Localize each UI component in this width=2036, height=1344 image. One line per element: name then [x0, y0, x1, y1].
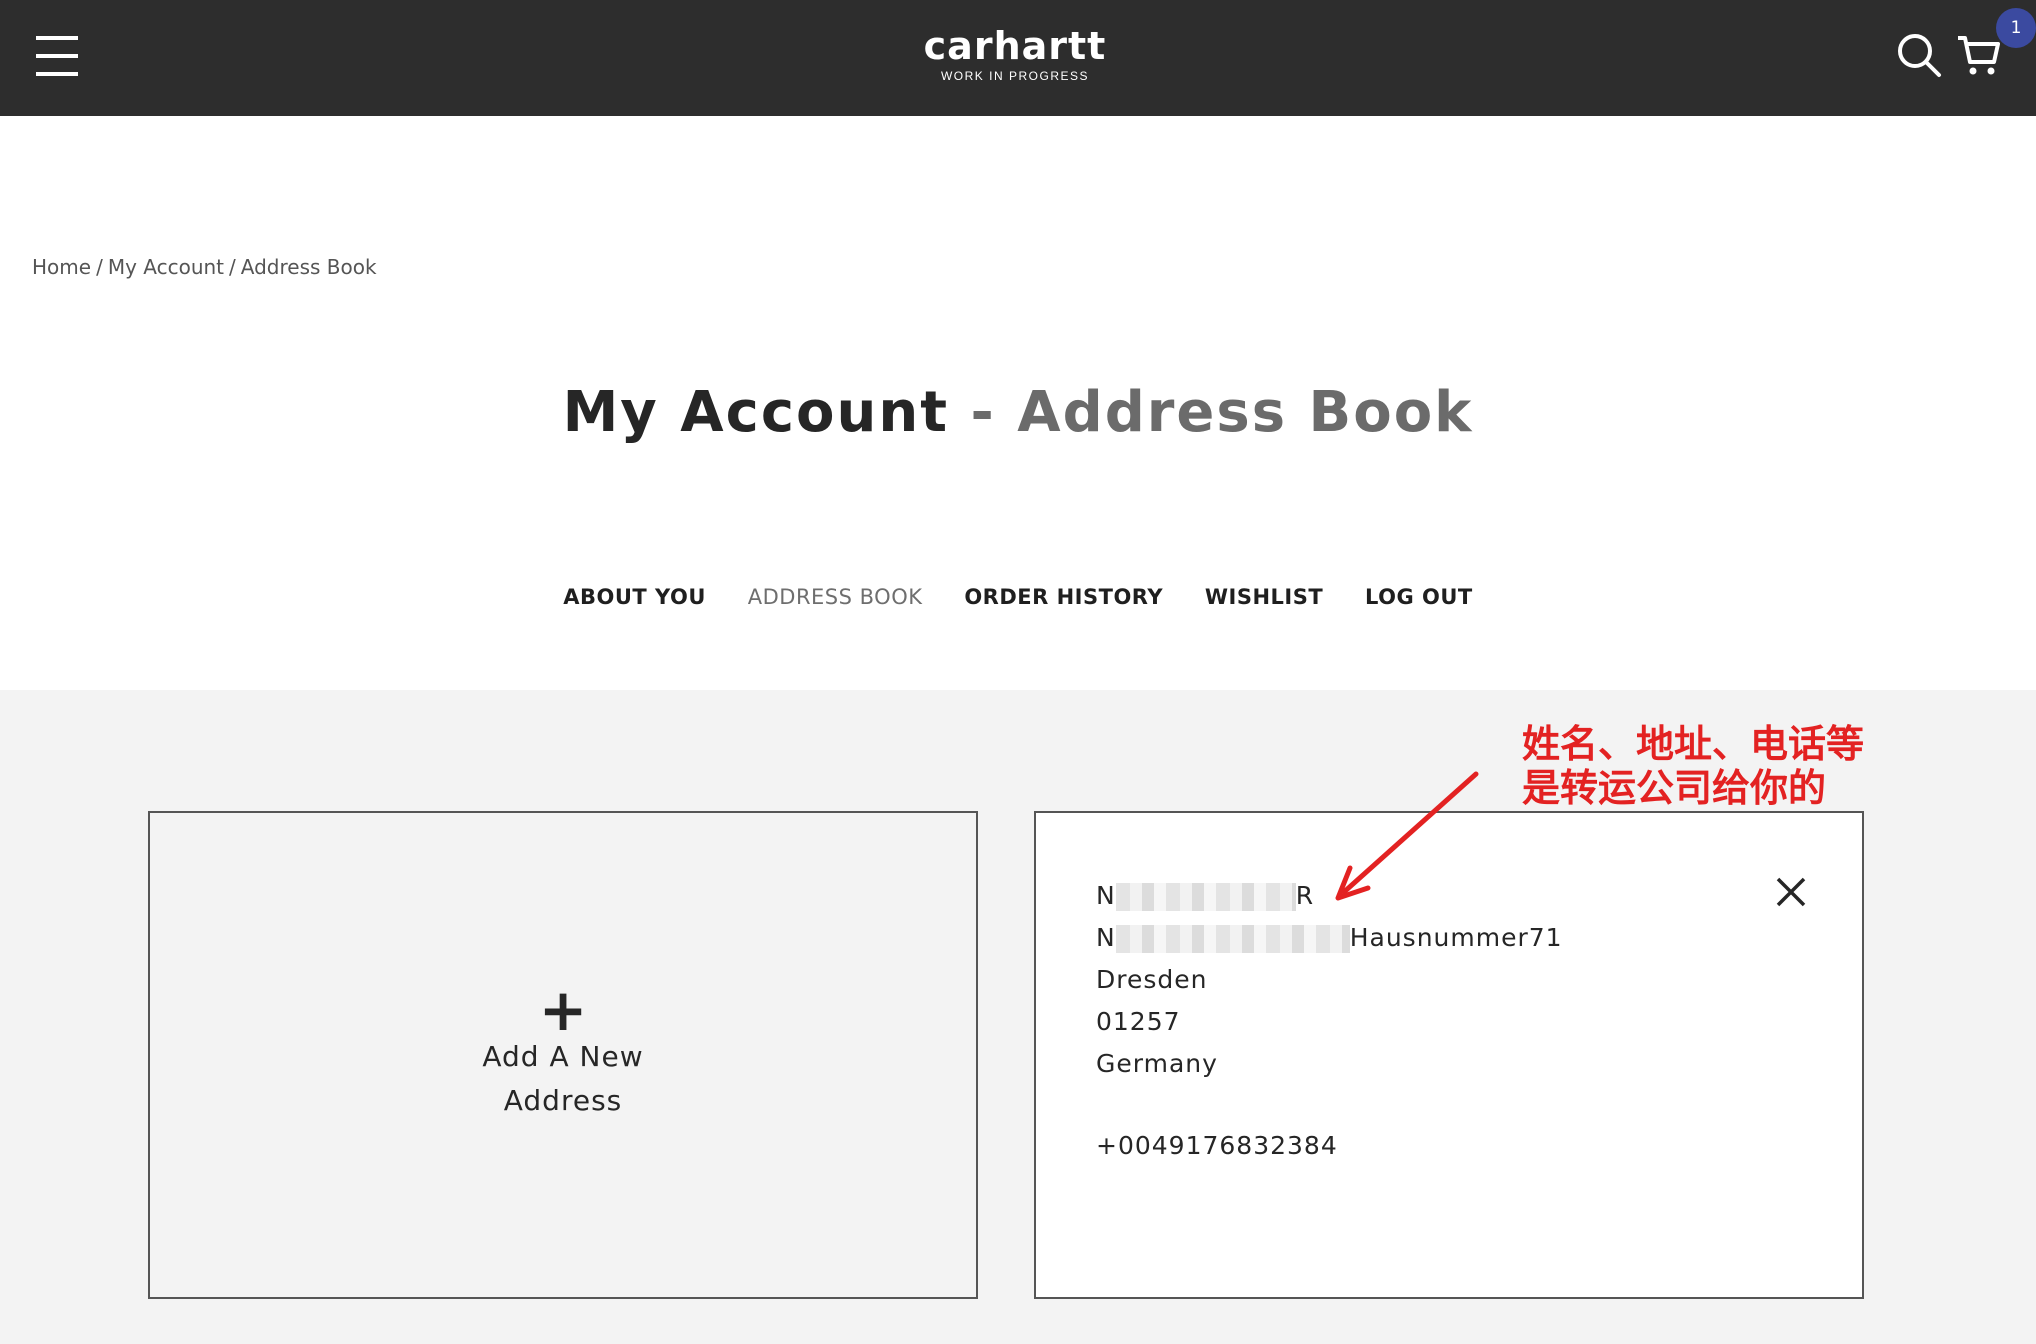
nav-wishlist[interactable]: WISHLIST [1205, 585, 1323, 609]
page-title-separator: - [970, 380, 996, 445]
add-new-address-label: Add A New Address [150, 1035, 976, 1123]
nav-address-book[interactable]: ADDRESS BOOK [748, 585, 923, 609]
cart-count-badge[interactable]: 1 [1996, 8, 2036, 48]
plus-icon: + [538, 976, 588, 1044]
add-new-address-card[interactable]: + Add A New Address [148, 811, 978, 1299]
page-title-main: My Account [562, 380, 950, 445]
close-icon[interactable] [1774, 875, 1808, 909]
breadcrumb-separator: / [96, 255, 103, 279]
annotation-line2: 是转运公司给你的 [1522, 766, 1827, 810]
breadcrumb-home[interactable]: Home [32, 255, 91, 279]
nav-order-history[interactable]: ORDER HISTORY [964, 585, 1163, 609]
hamburger-menu-icon[interactable] [36, 34, 78, 78]
redacted-street [1115, 925, 1350, 953]
carhartt-logo[interactable]: carhartt WORK IN PROGRESS [900, 24, 1130, 88]
annotation-arrow-icon [1335, 771, 1479, 901]
address-street-prefix: N [1096, 923, 1116, 952]
shopping-cart-icon[interactable] [1956, 32, 2002, 78]
address-phone: +0049176832384 [1096, 1131, 1338, 1160]
breadcrumb-my-account[interactable]: My Account [108, 255, 224, 279]
address-postcode: 01257 [1096, 1007, 1181, 1036]
logo-subtitle: WORK IN PROGRESS [940, 69, 1089, 83]
address-country: Germany [1096, 1049, 1218, 1078]
search-icon[interactable] [1896, 32, 1942, 78]
add-label-line2: Address [503, 1084, 623, 1117]
nav-log-out[interactable]: LOG OUT [1365, 585, 1473, 609]
top-navigation-bar: carhartt WORK IN PROGRESS 1 [0, 0, 2036, 116]
address-name-prefix: N [1096, 881, 1116, 910]
page-title: My Account - Address Book [0, 380, 2036, 445]
annotation-text: 姓名、地址、电话等 是转运公司给你的 [1522, 722, 1864, 810]
breadcrumb: Home / My Account / Address Book [32, 255, 377, 279]
address-name: NR [1096, 881, 1314, 911]
breadcrumb-separator: / [229, 255, 236, 279]
redacted-name [1115, 883, 1296, 911]
account-navigation: ABOUT YOU ADDRESS BOOK ORDER HISTORY WIS… [0, 585, 2036, 609]
address-name-suffix: R [1295, 881, 1315, 910]
add-label-line1: Add A New [482, 1040, 644, 1073]
address-street: N Hausnummer71 [1096, 923, 1563, 953]
address-street-suffix: Hausnummer71 [1349, 923, 1563, 952]
annotation-line1: 姓名、地址、电话等 [1522, 722, 1865, 766]
page-title-sub: Address Book [1017, 380, 1474, 445]
logo-wordmark: carhartt [923, 24, 1107, 68]
breadcrumb-address-book: Address Book [240, 255, 377, 279]
nav-about-you[interactable]: ABOUT YOU [563, 585, 706, 609]
address-city: Dresden [1096, 965, 1208, 994]
